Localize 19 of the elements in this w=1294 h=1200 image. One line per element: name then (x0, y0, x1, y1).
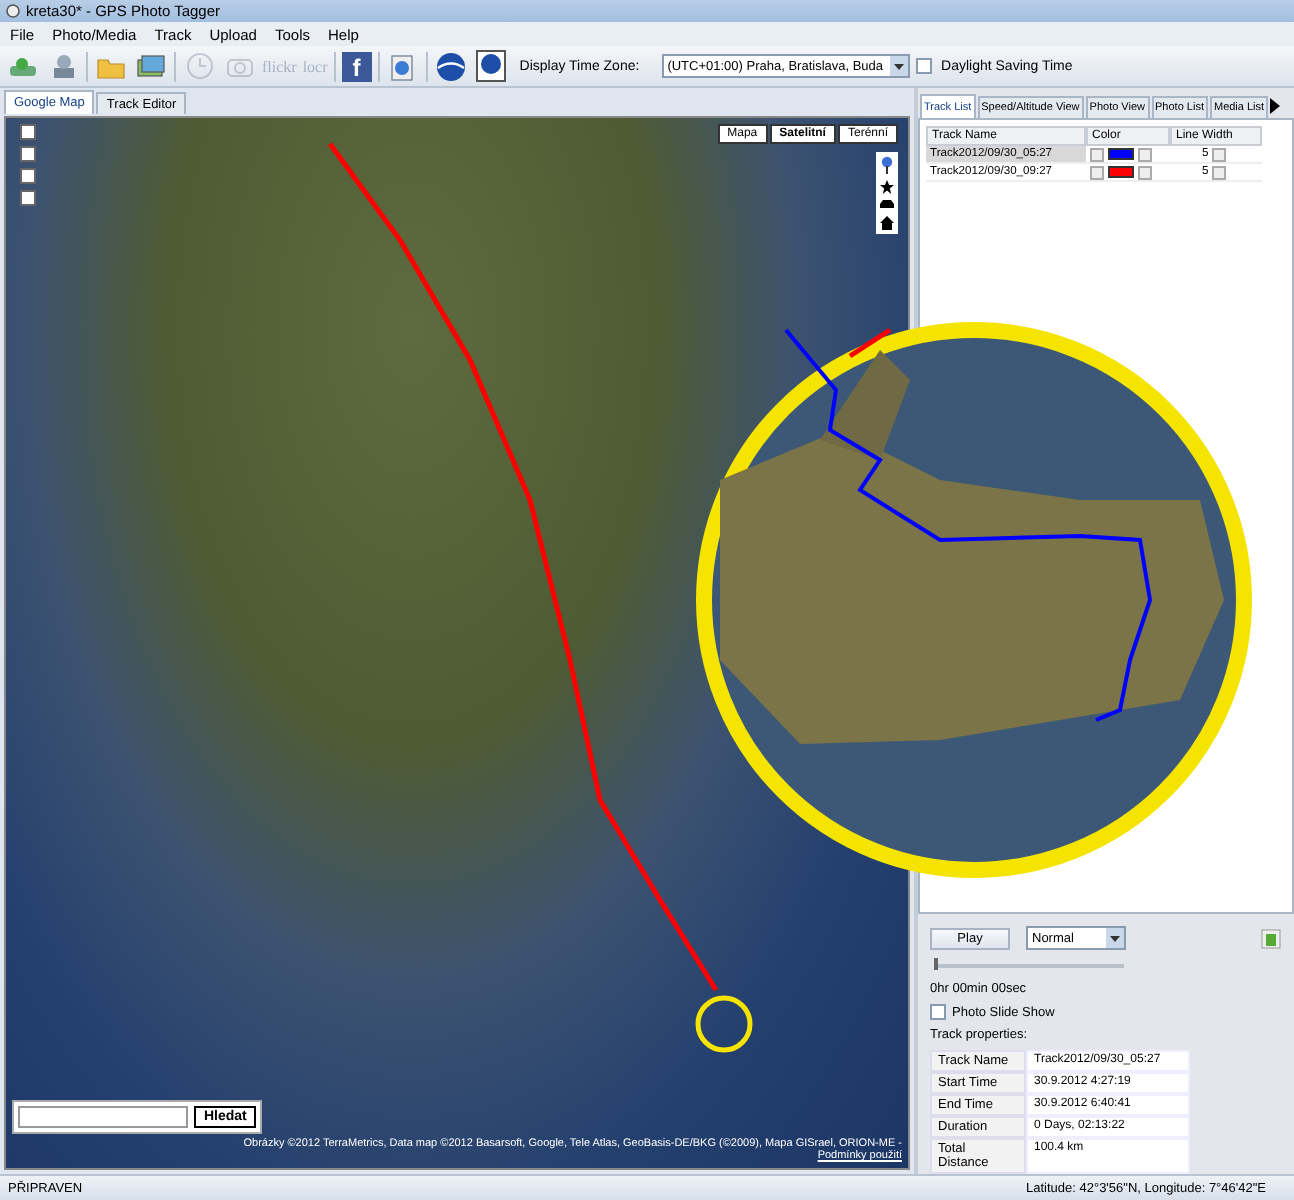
star-icon[interactable] (880, 180, 894, 194)
color-swatch[interactable] (1108, 148, 1134, 161)
color-swatch[interactable] (1108, 166, 1134, 179)
highlight-circle (695, 995, 753, 1053)
facebook-button[interactable]: f (341, 51, 372, 81)
globe-document-icon[interactable] (475, 50, 506, 82)
checkbox[interactable] (930, 1004, 946, 1020)
caret-icon[interactable] (1110, 935, 1120, 941)
placemark-icon[interactable] (880, 156, 894, 174)
car-icon[interactable] (880, 200, 894, 210)
app-icon (6, 4, 20, 18)
checkbox[interactable] (915, 58, 932, 74)
search-field[interactable] (18, 1106, 188, 1128)
globe-icon[interactable] (435, 51, 466, 81)
home-icon[interactable] (880, 216, 894, 230)
recycle-bin-icon[interactable] (1260, 927, 1282, 949)
photos-icon[interactable] (136, 53, 166, 79)
caret-icon[interactable] (893, 63, 904, 69)
folder-icon[interactable] (96, 53, 126, 79)
